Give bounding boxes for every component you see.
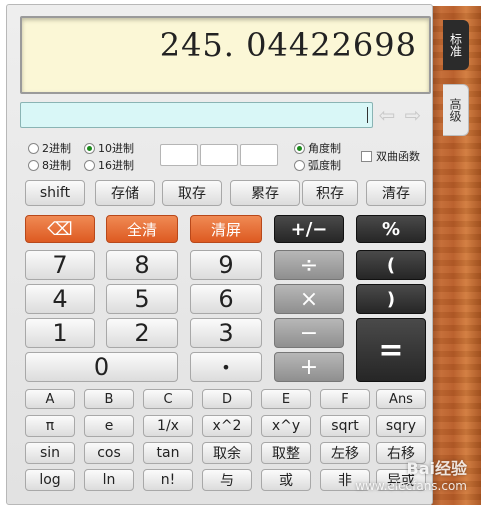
reciprocal-button[interactable]: 1/x [143,415,193,437]
equals-button[interactable]: = [356,318,426,382]
power-button[interactable]: x^y [261,415,311,437]
shift-button[interactable]: shift [25,180,85,206]
radio-label: 10进制 [98,142,134,155]
log-button[interactable]: log [25,469,75,491]
radio-label: 8进制 [42,159,71,172]
digit-1-button[interactable]: 1 [25,318,95,348]
radio-icon [84,159,95,171]
radio-radian[interactable]: 弧度制 [294,157,341,173]
digit-8-button[interactable]: 8 [106,250,178,280]
radio-icon [294,142,305,154]
checkbox-label: 双曲函数 [376,150,420,163]
memory-multiply-button[interactable]: 积存 [302,180,358,206]
e-button[interactable]: e [84,415,134,437]
tan-button[interactable]: tan [143,442,193,464]
decimal-point-button[interactable]: • [190,352,262,382]
pi-button[interactable]: π [25,415,75,437]
hyperbolic-checkbox[interactable]: 双曲函数 [361,148,420,164]
radio-hex[interactable]: 16进制 [84,157,134,173]
digit-5-button[interactable]: 5 [106,284,178,314]
radio-decimal[interactable]: 10进制 [84,140,134,156]
radio-degree[interactable]: 角度制 [294,140,341,156]
hex-b-button[interactable]: B [84,389,134,409]
radio-icon [28,159,39,171]
watermark-title: Bai经验 [406,459,467,478]
radio-label: 2进制 [42,142,71,155]
square-button[interactable]: x^2 [202,415,252,437]
cos-button[interactable]: cos [84,442,134,464]
radio-icon [84,142,95,154]
digit-3-button[interactable]: 3 [190,318,262,348]
factorial-button[interactable]: n! [143,469,193,491]
radio-icon [294,159,305,171]
clear-all-button[interactable]: 全清 [106,215,178,243]
digit-4-button[interactable]: 4 [25,284,95,314]
clear-screen-button[interactable]: 清屏 [190,215,262,243]
radio-icon [28,142,39,154]
ans-button[interactable]: Ans [376,389,426,409]
sqry-button[interactable]: sqry [376,415,426,437]
radio-label: 弧度制 [308,159,341,172]
minus-button[interactable]: − [274,318,344,348]
divide-button[interactable]: ÷ [274,250,344,280]
radio-label: 角度制 [308,142,341,155]
radio-label: 16进制 [98,159,134,172]
watermark: Bai经验 www.elecfans.com [355,455,467,493]
digit-9-button[interactable]: 9 [190,250,262,280]
hex-e-button[interactable]: E [261,389,311,409]
memory-add-button[interactable]: 累存 [230,180,300,206]
digit-7-button[interactable]: 7 [25,250,95,280]
memory-slot-3 [240,144,278,166]
memory-slot-1 [160,144,198,166]
tab-advanced[interactable]: 高级 [443,84,469,136]
floor-button[interactable]: 取整 [261,442,311,464]
digit-6-button[interactable]: 6 [190,284,262,314]
tab-standard[interactable]: 标准 [443,20,469,70]
checkbox-icon [361,150,372,162]
radio-binary[interactable]: 2进制 [28,140,71,156]
sin-button[interactable]: sin [25,442,75,464]
sqrt-button[interactable]: sqrt [320,415,370,437]
multiply-button[interactable]: × [274,284,344,314]
right-paren-button[interactable]: ) [356,284,426,314]
hex-a-button[interactable]: A [25,389,75,409]
arrow-left-icon[interactable]: ⇦ [377,105,397,125]
display-value: 245. 04422698 [159,26,417,64]
memory-clear-button[interactable]: 清存 [366,180,426,206]
mod-button[interactable]: 取余 [202,442,252,464]
watermark-url: www.elecfans.com [355,479,467,493]
memory-recall-button[interactable]: 取存 [162,180,222,206]
percent-button[interactable]: % [356,215,426,243]
and-button[interactable]: 与 [202,469,252,491]
hex-f-button[interactable]: F [320,389,370,409]
memory-store-button[interactable]: 存储 [95,180,155,206]
arrow-right-icon[interactable]: ⇨ [403,105,423,125]
hex-d-button[interactable]: D [202,389,252,409]
result-display: 245. 04422698 [20,16,431,94]
memory-slot-2 [200,144,238,166]
ln-button[interactable]: ln [84,469,134,491]
hex-c-button[interactable]: C [143,389,193,409]
plus-button[interactable]: + [274,352,344,382]
backspace-button[interactable]: ⌫ [25,215,95,243]
or-button[interactable]: 或 [261,469,311,491]
expression-input[interactable] [20,102,373,128]
left-paren-button[interactable]: ( [356,250,426,280]
plus-minus-button[interactable]: +/− [274,215,344,243]
radio-octal[interactable]: 8进制 [28,157,71,173]
digit-2-button[interactable]: 2 [106,318,178,348]
wood-background [431,6,481,505]
digit-0-button[interactable]: 0 [25,352,178,382]
